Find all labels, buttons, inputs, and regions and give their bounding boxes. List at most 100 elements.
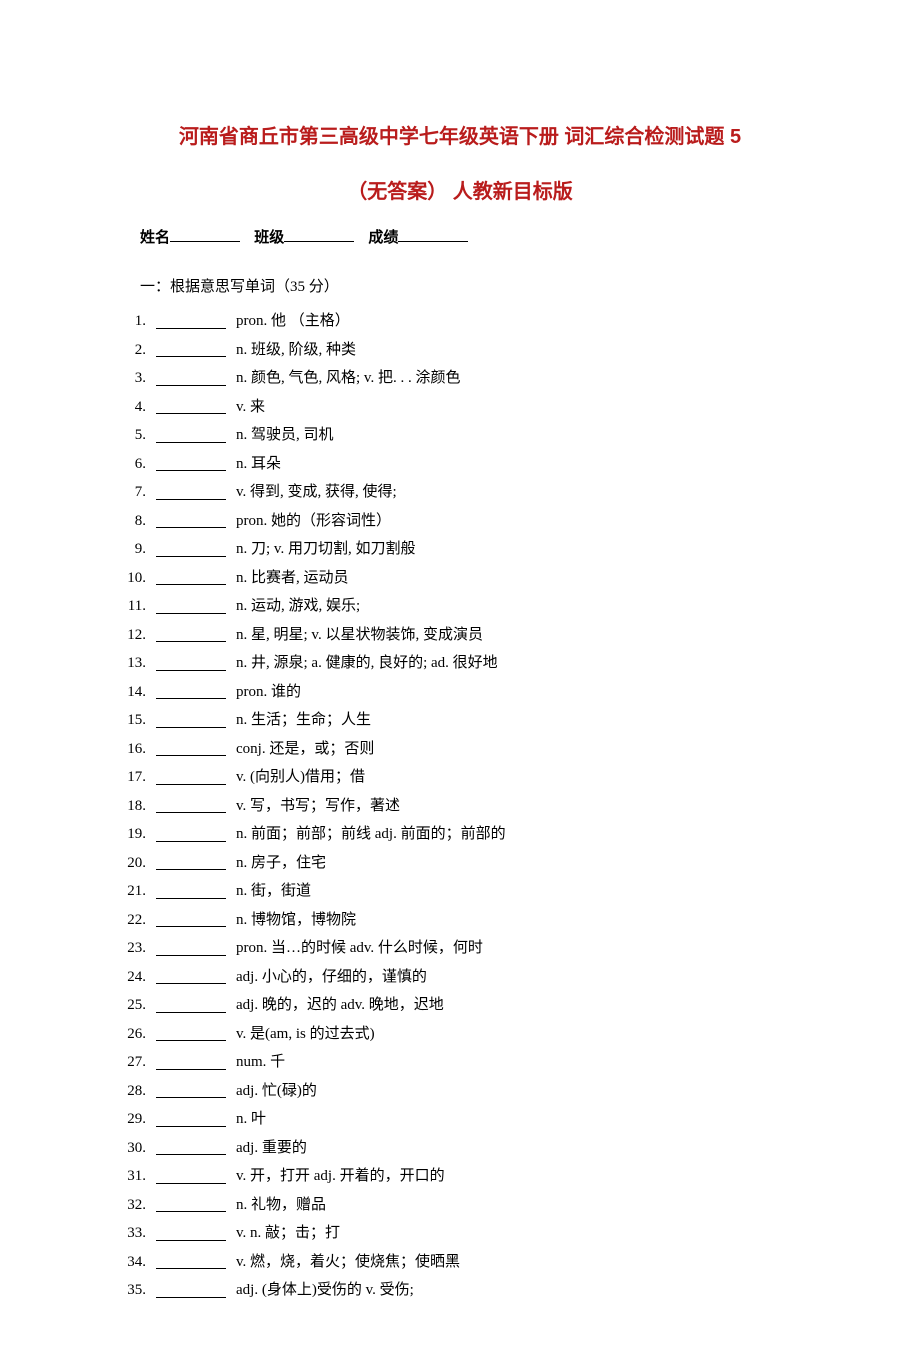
class-label: 班级 (254, 229, 284, 246)
item-number: 24. (120, 966, 146, 989)
item-definition: n. 前面；前部；前线 adj. 前面的；前部的 (236, 823, 506, 846)
answer-blank[interactable] (156, 1199, 226, 1212)
item-definition: n. 运动, 游戏, 娱乐; (236, 595, 360, 618)
item-number: 12. (120, 624, 146, 647)
answer-blank[interactable] (156, 373, 226, 386)
answer-blank[interactable] (156, 829, 226, 842)
item-definition: adj. 晚的，迟的 adv. 晚地，迟地 (236, 994, 444, 1017)
item-definition: n. 礼物，赠品 (236, 1194, 326, 1217)
item-list: 1.pron. 他 （主格）2.n. 班级, 阶级, 种类3.n. 颜色, 气色… (120, 310, 800, 1302)
list-item: 6. n. 耳朵 (120, 453, 800, 476)
item-definition: n. 博物馆，博物院 (236, 909, 356, 932)
answer-blank[interactable] (156, 1028, 226, 1041)
answer-blank[interactable] (156, 1285, 226, 1298)
answer-blank[interactable] (156, 715, 226, 728)
item-definition: num. 千 (236, 1051, 285, 1074)
item-number: 27. (120, 1051, 146, 1074)
student-info-line: 姓名 班级 成绩 (140, 226, 800, 247)
answer-blank[interactable] (156, 1142, 226, 1155)
item-definition: v. 燃，烧，着火；使烧焦；使晒黑 (236, 1251, 460, 1274)
item-definition: adj. (身体上)受伤的 v. 受伤; (236, 1279, 414, 1302)
answer-blank[interactable] (156, 914, 226, 927)
answer-blank[interactable] (156, 430, 226, 443)
answer-blank[interactable] (156, 772, 226, 785)
answer-blank[interactable] (156, 629, 226, 642)
item-definition: n. 街，街道 (236, 880, 311, 903)
item-definition: v. n. 敲；击；打 (236, 1222, 340, 1245)
item-number: 19. (120, 823, 146, 846)
item-definition: pron. 她的（形容词性） (236, 510, 391, 533)
item-definition: v. 开，打开 adj. 开着的，开口的 (236, 1165, 445, 1188)
list-item: 19. n. 前面；前部；前线 adj. 前面的；前部的 (120, 823, 800, 846)
list-item: 18.v. 写，书写；写作，著述 (120, 795, 800, 818)
item-number: 8. (120, 510, 146, 533)
item-number: 6. (120, 453, 146, 476)
list-item: 35. adj. (身体上)受伤的 v. 受伤; (120, 1279, 800, 1302)
answer-blank[interactable] (156, 316, 226, 329)
answer-blank[interactable] (156, 857, 226, 870)
answer-blank[interactable] (156, 344, 226, 357)
item-definition: n. 耳朵 (236, 453, 281, 476)
item-number: 20. (120, 852, 146, 875)
answer-blank[interactable] (156, 686, 226, 699)
item-definition: v. 来 (236, 396, 265, 419)
answer-blank[interactable] (156, 1057, 226, 1070)
list-item: 17.v. (向别人)借用；借 (120, 766, 800, 789)
answer-blank[interactable] (156, 401, 226, 414)
item-definition: n. 生活；生命；人生 (236, 709, 371, 732)
item-definition: pron. 谁的 (236, 681, 301, 704)
item-definition: v. 得到, 变成, 获得, 使得; (236, 481, 397, 504)
list-item: 24.adj. 小心的，仔细的，谨慎的 (120, 966, 800, 989)
name-blank[interactable] (170, 228, 240, 242)
answer-blank[interactable] (156, 943, 226, 956)
answer-blank[interactable] (156, 458, 226, 471)
answer-blank[interactable] (156, 1171, 226, 1184)
item-number: 4. (120, 396, 146, 419)
item-number: 9. (120, 538, 146, 561)
answer-blank[interactable] (156, 544, 226, 557)
list-item: 12.n. 星, 明星; v. 以星状物装饰, 变成演员 (120, 624, 800, 647)
answer-blank[interactable] (156, 800, 226, 813)
item-number: 35. (120, 1279, 146, 1302)
class-blank[interactable] (284, 228, 354, 242)
item-definition: v. 是(am, is 的过去式) (236, 1023, 375, 1046)
item-definition: n. 班级, 阶级, 种类 (236, 339, 356, 362)
item-number: 13. (120, 652, 146, 675)
item-number: 5. (120, 424, 146, 447)
item-number: 31. (120, 1165, 146, 1188)
answer-blank[interactable] (156, 743, 226, 756)
list-item: 22.n. 博物馆，博物院 (120, 909, 800, 932)
answer-blank[interactable] (156, 1085, 226, 1098)
answer-blank[interactable] (156, 971, 226, 984)
item-definition: conj. 还是，或；否则 (236, 738, 374, 761)
list-item: 5.n. 驾驶员, 司机 (120, 424, 800, 447)
list-item: 10.n. 比赛者, 运动员 (120, 567, 800, 590)
item-definition: n. 房子，住宅 (236, 852, 326, 875)
item-number: 33. (120, 1222, 146, 1245)
answer-blank[interactable] (156, 1256, 226, 1269)
list-item: 16. conj. 还是，或；否则 (120, 738, 800, 761)
answer-blank[interactable] (156, 1114, 226, 1127)
answer-blank[interactable] (156, 515, 226, 528)
list-item: 32.n. 礼物，赠品 (120, 1194, 800, 1217)
answer-blank[interactable] (156, 658, 226, 671)
doc-title-line1: 河南省商丘市第三高级中学七年级英语下册 词汇综合检测试题 5 (120, 120, 800, 149)
score-blank[interactable] (398, 228, 468, 242)
list-item: 15. n. 生活；生命；人生 (120, 709, 800, 732)
list-item: 3.n. 颜色, 气色, 风格; v. 把. . . 涂颜色 (120, 367, 800, 390)
list-item: 30.adj. 重要的 (120, 1137, 800, 1160)
answer-blank[interactable] (156, 601, 226, 614)
list-item: 9.n. 刀; v. 用刀切割, 如刀割般 (120, 538, 800, 561)
item-number: 17. (120, 766, 146, 789)
list-item: 4. v. 来 (120, 396, 800, 419)
list-item: 14. pron. 谁的 (120, 681, 800, 704)
answer-blank[interactable] (156, 487, 226, 500)
answer-blank[interactable] (156, 1000, 226, 1013)
answer-blank[interactable] (156, 1228, 226, 1241)
item-number: 15. (120, 709, 146, 732)
answer-blank[interactable] (156, 886, 226, 899)
answer-blank[interactable] (156, 572, 226, 585)
list-item: 1.pron. 他 （主格） (120, 310, 800, 333)
item-number: 14. (120, 681, 146, 704)
item-definition: pron. 当…的时候 adv. 什么时候，何时 (236, 937, 483, 960)
